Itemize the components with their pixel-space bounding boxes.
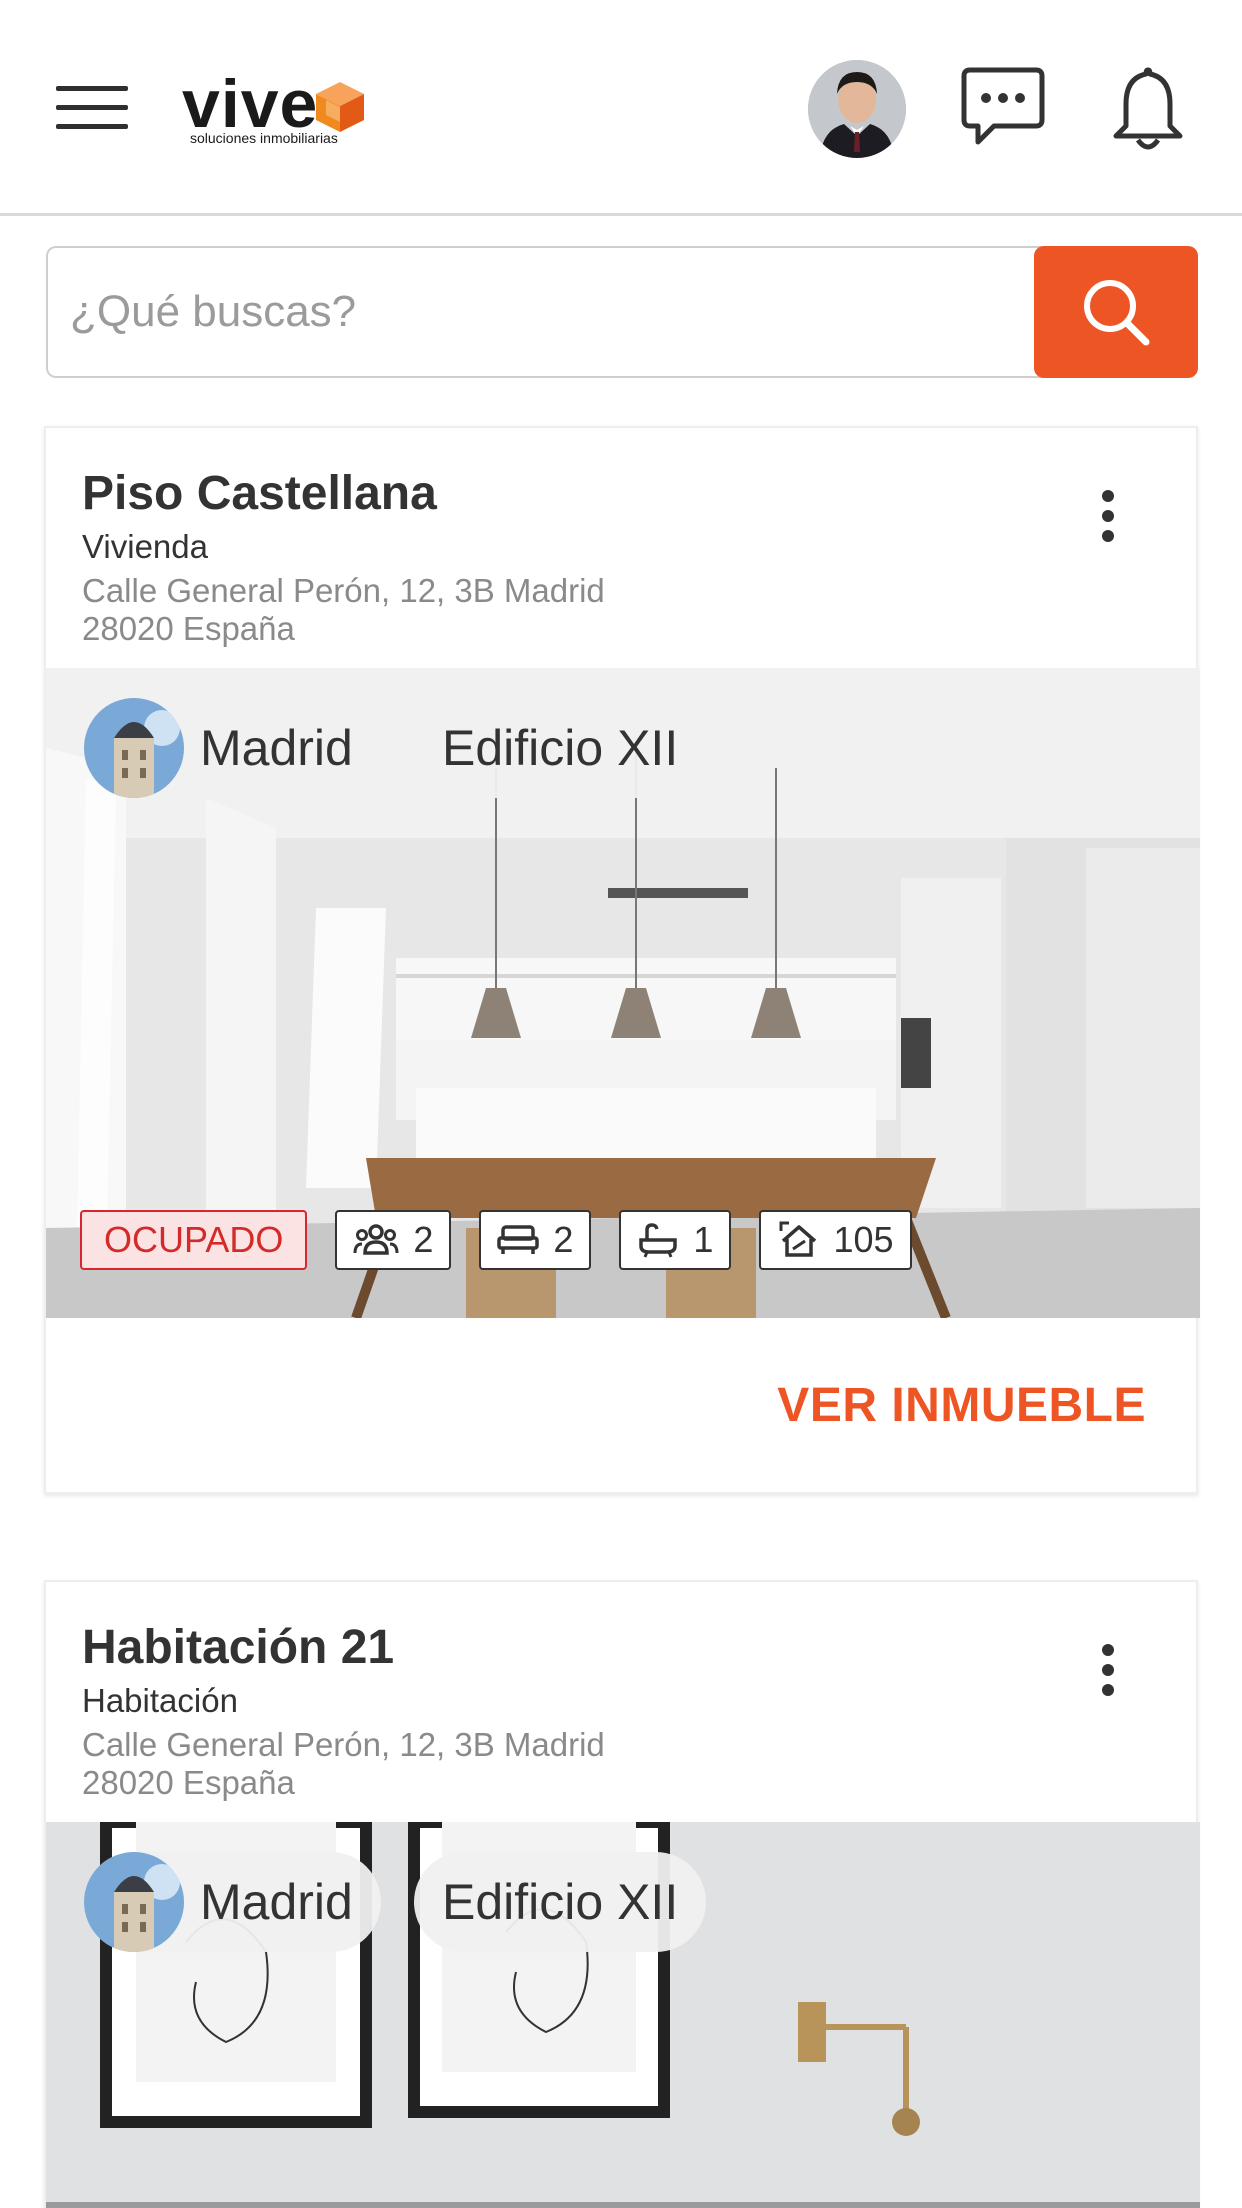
- search-bar: [46, 246, 1198, 378]
- city-thumbnail: [84, 1852, 184, 1952]
- cube-logo-icon: [316, 82, 364, 132]
- city-thumbnail: [84, 698, 184, 798]
- city-chip[interactable]: Madrid: [84, 1852, 381, 1952]
- area-icon: [779, 1221, 817, 1257]
- bedrooms-count: 2: [553, 1219, 574, 1260]
- property-address-postal: 28020 España: [82, 1764, 295, 1801]
- bell-icon[interactable]: [1110, 64, 1186, 154]
- logo[interactable]: vive soluciones inmobiliarias: [182, 66, 372, 150]
- chat-icon[interactable]: [960, 66, 1046, 150]
- more-vert-icon[interactable]: [1098, 1640, 1118, 1700]
- user-avatar[interactable]: [808, 60, 906, 158]
- building-chip-label: Edificio XII: [442, 720, 679, 776]
- property-title: Piso Castellana: [82, 467, 437, 520]
- status-badge: OCUPADO: [80, 1210, 308, 1270]
- property-photo[interactable]: Madrid Edificio XII OCUPADO 2 2 1 105: [46, 668, 1200, 1318]
- building-chip[interactable]: Edificio XII: [414, 698, 707, 798]
- building-chip[interactable]: Edificio XII: [414, 1852, 707, 1952]
- area-stat: 105: [759, 1210, 912, 1270]
- property-title: Habitación 21: [82, 1621, 395, 1674]
- city-chip[interactable]: Madrid: [84, 698, 381, 798]
- city-chip-label: Madrid: [200, 1874, 353, 1930]
- city-chip-label: Madrid: [200, 720, 353, 776]
- search-icon: [1084, 280, 1150, 346]
- property-type: Habitación: [82, 1682, 238, 1719]
- app-header: vive soluciones inmobiliarias: [0, 0, 1242, 216]
- bedrooms-stat: 2: [479, 1210, 592, 1270]
- property-stats: OCUPADO 2 2 1 105: [80, 1210, 912, 1270]
- property-photo[interactable]: Madrid Edificio XII: [46, 1822, 1200, 2208]
- property-address: Calle General Perón, 12, 3B Madrid: [82, 572, 605, 609]
- bathrooms-stat: 1: [619, 1210, 732, 1270]
- property-card: Piso Castellana Vivienda Calle General P…: [44, 426, 1200, 1494]
- bathtub-icon: [639, 1223, 678, 1258]
- property-address-postal: 28020 España: [82, 610, 295, 647]
- more-vert-icon[interactable]: [1098, 486, 1118, 546]
- search-input[interactable]: [46, 246, 1106, 378]
- property-type: Vivienda: [82, 528, 208, 565]
- menu-icon[interactable]: [56, 82, 128, 132]
- building-chip-label: Edificio XII: [442, 1874, 679, 1930]
- bathrooms-count: 1: [693, 1219, 714, 1260]
- people-icon: [353, 1224, 399, 1255]
- view-property-button[interactable]: VER INMUEBLE: [777, 1378, 1146, 1433]
- area-value: 105: [833, 1219, 894, 1260]
- search-button[interactable]: [1034, 246, 1198, 378]
- occupants-count: 2: [413, 1219, 434, 1260]
- property-card: Habitación 21 Habitación Calle General P…: [44, 1580, 1200, 2208]
- logo-tagline: soluciones inmobiliarias: [190, 130, 338, 146]
- bed-icon: [497, 1225, 540, 1254]
- occupants-stat: 2: [335, 1210, 452, 1270]
- property-address: Calle General Perón, 12, 3B Madrid: [82, 1726, 605, 1763]
